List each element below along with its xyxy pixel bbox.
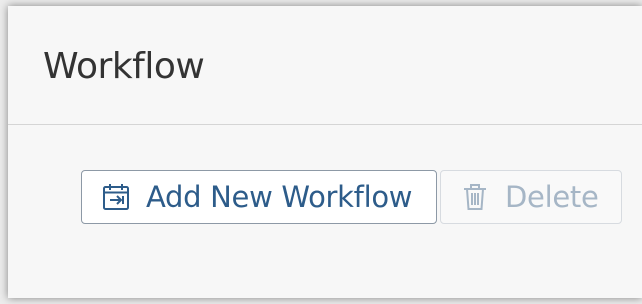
- page-title: Workflow: [43, 46, 205, 87]
- add-new-workflow-button[interactable]: Add New Workflow: [81, 170, 437, 224]
- workflow-panel: Workflow Add New Workflow Delete: [8, 6, 642, 298]
- trash-icon: [459, 181, 491, 213]
- delete-label: Delete: [505, 179, 599, 214]
- toolbar: Add New Workflow Delete: [81, 170, 622, 224]
- calendar-arrow-icon: [100, 181, 132, 213]
- panel-header: Workflow: [8, 6, 642, 125]
- add-new-workflow-label: Add New Workflow: [146, 179, 413, 214]
- delete-button[interactable]: Delete: [440, 170, 622, 224]
